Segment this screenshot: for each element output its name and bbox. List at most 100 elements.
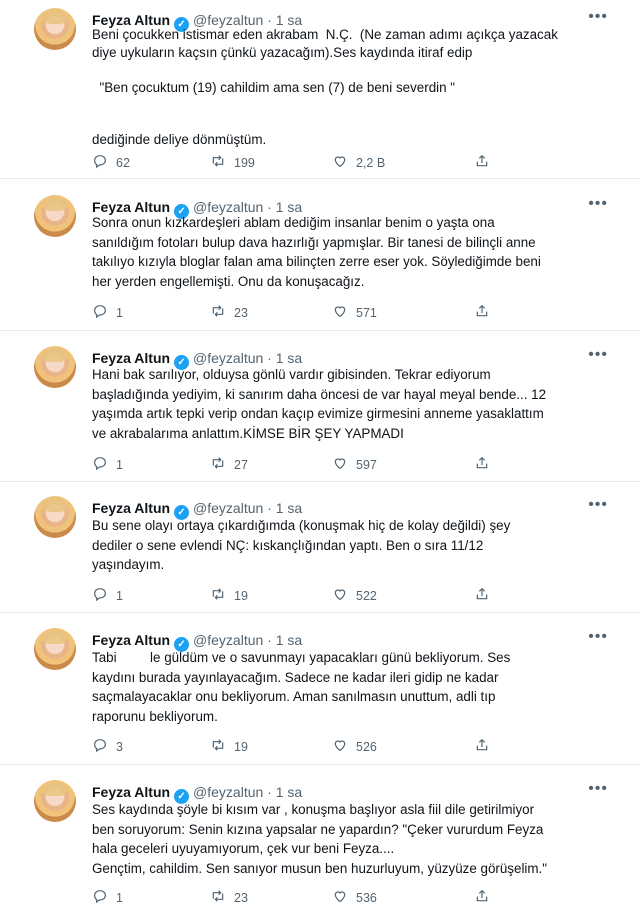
tweet-text: Bu sene olayı ortaya çıkardığımda (konuş…: [92, 516, 592, 575]
author-name[interactable]: Feyza Altun: [92, 500, 170, 516]
heart-icon: [332, 737, 348, 756]
like-count: 2,2 B: [356, 155, 386, 170]
more-options-icon[interactable]: •••: [588, 628, 608, 646]
tweet-text-line: diye uykuların kaçsın çünkü yazacağım).S…: [92, 44, 473, 60]
more-options-icon[interactable]: •••: [588, 496, 608, 514]
reply-count: 1: [116, 890, 123, 905]
reply-icon: [92, 303, 108, 322]
separator: ·: [263, 784, 276, 800]
avatar[interactable]: [34, 8, 76, 50]
tweet-text-line: Gençtim, cahildim. Sen sanıyor musun ben…: [92, 860, 548, 876]
tweet-time[interactable]: 1 sa: [276, 350, 302, 366]
tweet-text-line: raporunu bekliyorum.: [92, 708, 218, 724]
tweet-text: Ses kaydında şöyle bi kısım var , konuşm…: [92, 800, 592, 878]
avatar[interactable]: [34, 628, 76, 670]
share-button[interactable]: [474, 303, 490, 322]
tweet-text-line: [92, 61, 592, 79]
share-button[interactable]: [474, 737, 490, 756]
tweet-text-line: saçmalayacaklar onu bekliyorum. Aman san…: [92, 689, 496, 704]
retweet-icon: [210, 153, 226, 172]
tweet-text: Beni çocukken istismar eden akrabam N.Ç.…: [92, 26, 592, 149]
heart-icon: [332, 586, 348, 605]
tweet-text: Sonra onun kızkardeşleri ablam dediğim i…: [92, 213, 592, 291]
tweet-text: Tabi le güldüm ve o savunmayı yapacaklar…: [92, 648, 592, 726]
reply-button[interactable]: 1: [92, 888, 123, 907]
tweet-time[interactable]: 1 sa: [276, 500, 302, 516]
tweet-text-line: Beni çocukken istismar eden akrabam N.Ç.…: [92, 27, 558, 42]
tweet-text-line: hala geceleri uyuyamıyorum, çek vur beni…: [92, 841, 395, 856]
retweet-button[interactable]: 199: [210, 153, 255, 172]
retweet-button[interactable]: 23: [210, 303, 248, 322]
tweet-text-line: [92, 114, 592, 132]
tweet-actions: 3 19 526: [92, 737, 502, 757]
tweet-text-line: "Ben çocuktum (19) cahildim ama sen (7) …: [92, 79, 456, 95]
like-button[interactable]: 571: [332, 303, 377, 322]
tweet-text-line: Bu sene olayı ortaya çıkardığımda (konuş…: [92, 518, 511, 533]
retweet-button[interactable]: 27: [210, 455, 248, 474]
author-handle[interactable]: @feyzaltun: [193, 632, 263, 648]
avatar[interactable]: [34, 496, 76, 538]
retweet-icon: [210, 455, 226, 474]
reply-button[interactable]: 3: [92, 737, 123, 756]
reply-icon: [92, 455, 108, 474]
tweet-text-line: yaşımda artık tepki verip ondan kaçıp ev…: [92, 406, 544, 421]
retweet-icon: [210, 586, 226, 605]
retweet-button[interactable]: 19: [210, 586, 248, 605]
like-button[interactable]: 536: [332, 888, 377, 907]
retweet-count: 23: [234, 305, 248, 320]
tweet-time[interactable]: 1 sa: [276, 632, 302, 648]
share-button[interactable]: [474, 153, 490, 172]
tweet-actions: 1 23 536: [92, 888, 502, 908]
retweet-button[interactable]: 23: [210, 888, 248, 907]
tweet-text-line: ben soruyorum: Senin kızına yapsalar ne …: [92, 821, 544, 837]
author-name[interactable]: Feyza Altun: [92, 784, 170, 800]
share-icon: [474, 888, 490, 907]
reply-button[interactable]: 1: [92, 455, 123, 474]
share-button[interactable]: [474, 586, 490, 605]
like-button[interactable]: 597: [332, 455, 377, 474]
reply-button[interactable]: 1: [92, 586, 123, 605]
tweet-divider: [0, 481, 640, 482]
retweet-count: 199: [234, 155, 255, 170]
more-options-icon[interactable]: •••: [588, 8, 608, 26]
tweet-text-line: Sonra onun kızkardeşleri ablam dediğim i…: [92, 215, 495, 230]
retweet-icon: [210, 303, 226, 322]
tweet-text-line: [92, 96, 592, 114]
like-button[interactable]: 522: [332, 586, 377, 605]
avatar[interactable]: [34, 780, 76, 822]
reply-button[interactable]: 1: [92, 303, 123, 322]
avatar[interactable]: [34, 346, 76, 388]
reply-button[interactable]: 62: [92, 153, 130, 172]
tweet-actions: 62 199 2,2 B: [92, 153, 502, 173]
author-name[interactable]: Feyza Altun: [92, 632, 170, 648]
share-button[interactable]: [474, 455, 490, 474]
author-handle[interactable]: @feyzaltun: [193, 350, 263, 366]
more-options-icon[interactable]: •••: [588, 195, 608, 213]
share-button[interactable]: [474, 888, 490, 907]
heart-icon: [332, 888, 348, 907]
like-button[interactable]: 526: [332, 737, 377, 756]
tweet-text-line: yaşındayım.: [92, 557, 165, 572]
heart-icon: [332, 153, 348, 172]
retweet-button[interactable]: 19: [210, 737, 248, 756]
retweet-icon: [210, 888, 226, 907]
reply-icon: [92, 737, 108, 756]
reply-count: 1: [116, 305, 123, 320]
author-name[interactable]: Feyza Altun: [92, 350, 170, 366]
more-options-icon[interactable]: •••: [588, 780, 608, 798]
reply-icon: [92, 888, 108, 907]
like-count: 522: [356, 588, 377, 603]
author-handle[interactable]: @feyzaltun: [193, 784, 263, 800]
like-button[interactable]: 2,2 B: [332, 153, 385, 172]
reply-count: 1: [116, 588, 123, 603]
avatar[interactable]: [34, 195, 76, 237]
more-options-icon[interactable]: •••: [588, 346, 608, 364]
author-handle[interactable]: @feyzaltun: [193, 500, 263, 516]
share-icon: [474, 153, 490, 172]
tweet-time[interactable]: 1 sa: [276, 784, 302, 800]
tweet-actions: 1 19 522: [92, 586, 502, 606]
tweet-text-line: Tabi le güldüm ve o savunmayı yapacaklar…: [92, 650, 511, 665]
separator: ·: [263, 500, 276, 516]
retweet-icon: [210, 737, 226, 756]
tweet-text-line: Ses kaydında şöyle bi kısım var , konuşm…: [92, 802, 535, 817]
